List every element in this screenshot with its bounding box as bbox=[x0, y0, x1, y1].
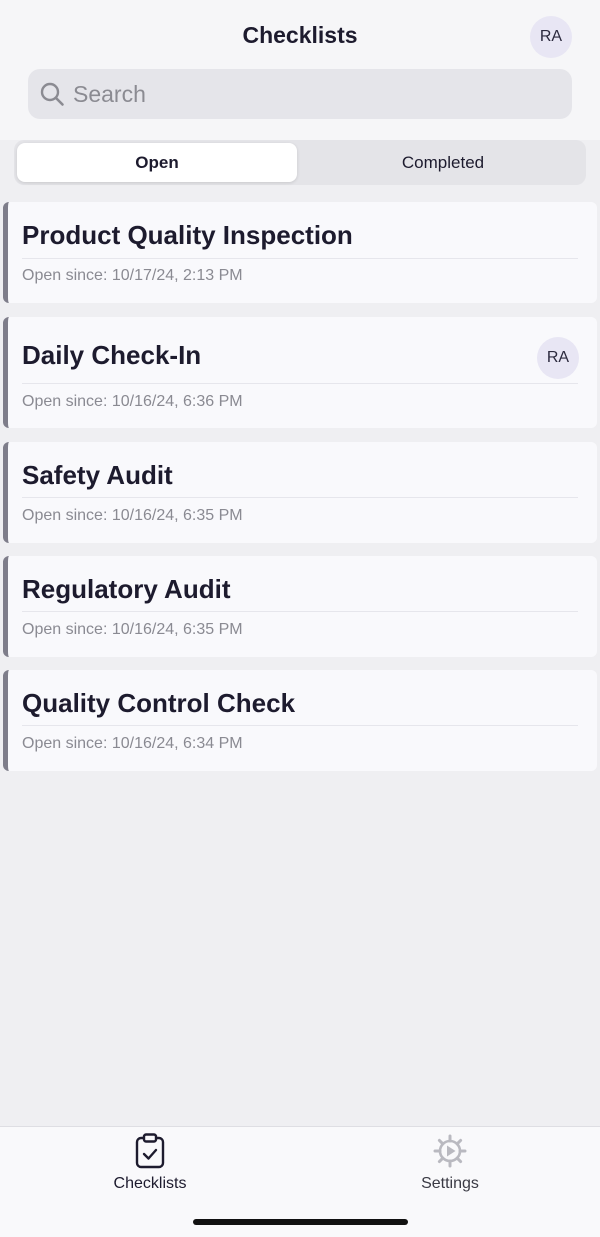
gear-icon bbox=[433, 1134, 467, 1168]
checklist-title: Regulatory Audit bbox=[22, 574, 231, 604]
checklist-card[interactable]: Daily Check-In RA Open since: 10/16/24, … bbox=[3, 317, 597, 428]
status-segmented-control: Open Completed bbox=[14, 140, 586, 185]
checklist-card[interactable]: Safety Audit Open since: 10/16/24, 6:35 … bbox=[3, 442, 597, 543]
divider bbox=[22, 383, 578, 384]
clipboard-check-icon bbox=[135, 1133, 165, 1169]
open-since-text: Open since: 10/16/24, 6:36 PM bbox=[22, 393, 243, 410]
segment-open[interactable]: Open bbox=[17, 143, 297, 182]
tab-label: Settings bbox=[421, 1175, 479, 1192]
divider bbox=[22, 611, 578, 612]
tab-settings[interactable]: Settings bbox=[370, 1133, 530, 1203]
home-indicator bbox=[193, 1219, 408, 1225]
tab-label: Checklists bbox=[113, 1175, 187, 1192]
checklist-card[interactable]: Product Quality Inspection Open since: 1… bbox=[3, 202, 597, 303]
open-since-text: Open since: 10/16/24, 6:35 PM bbox=[22, 507, 243, 524]
search-bar[interactable] bbox=[28, 69, 572, 119]
top-bar: Checklists RA bbox=[0, 0, 600, 140]
user-avatar[interactable]: RA bbox=[530, 16, 572, 58]
open-since-text: Open since: 10/17/24, 2:13 PM bbox=[22, 267, 243, 284]
assignee-avatar: RA bbox=[537, 337, 579, 379]
checklist-title: Product Quality Inspection bbox=[22, 220, 353, 250]
checklist-title: Quality Control Check bbox=[22, 688, 296, 718]
open-since-text: Open since: 10/16/24, 6:35 PM bbox=[22, 621, 243, 638]
search-icon bbox=[40, 82, 64, 106]
segment-completed[interactable]: Completed bbox=[303, 143, 583, 182]
search-input[interactable] bbox=[73, 80, 533, 108]
checklist-card[interactable]: Regulatory Audit Open since: 10/16/24, 6… bbox=[3, 556, 597, 657]
page-title: Checklists bbox=[242, 22, 358, 48]
open-since-text: Open since: 10/16/24, 6:34 PM bbox=[22, 735, 243, 752]
checklist-title: Safety Audit bbox=[22, 460, 173, 490]
divider bbox=[22, 497, 578, 498]
divider bbox=[22, 258, 578, 259]
divider bbox=[22, 725, 578, 726]
checklist-card[interactable]: Quality Control Check Open since: 10/16/… bbox=[3, 670, 597, 771]
tab-checklists[interactable]: Checklists bbox=[70, 1133, 230, 1203]
checklist-title: Daily Check-In bbox=[22, 340, 202, 370]
